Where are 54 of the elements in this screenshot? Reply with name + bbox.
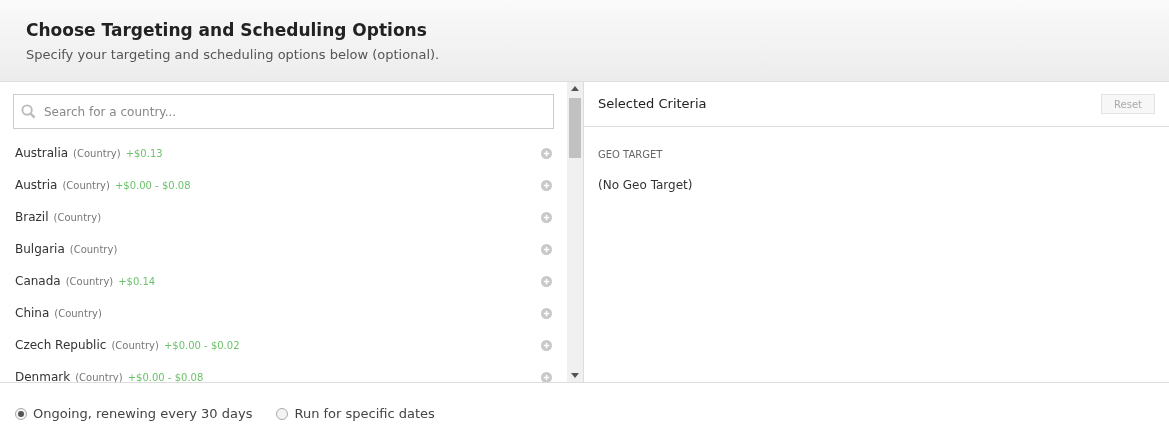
country-list-item[interactable]: Bulgaria (Country) [0,233,567,265]
add-icon[interactable] [541,339,552,351]
option-label: Ongoing, renewing every 30 days [33,404,253,423]
country-price: +$0.00 - $0.02 [163,338,240,353]
schedule-option[interactable]: Run for specific dates [276,403,435,424]
country-type: (Country) [69,242,118,257]
option-label: Run for specific dates [294,404,435,423]
scrollbar-thumb[interactable] [569,98,581,158]
country-price: +$0.14 [118,274,156,289]
country-name: Australia [15,145,69,162]
country-name: Austria [15,177,58,194]
country-type: (Country) [73,146,121,161]
country-name: China [15,305,50,322]
country-name: Denmark [15,369,71,382]
dialog-title: Choose Targeting and Scheduling Options [26,20,428,42]
add-icon[interactable] [541,179,552,191]
add-icon[interactable] [541,147,552,159]
country-list-item[interactable]: Austria (Country) +$0.00 - $0.08 [0,169,567,201]
add-icon[interactable] [541,371,552,382]
country-list-item[interactable]: Denmark (Country) +$0.00 - $0.08 [0,361,567,382]
add-icon[interactable] [541,307,552,319]
panel-title: Selected Criteria [598,95,707,114]
scroll-down-icon[interactable] [571,373,579,378]
country-name: Bulgaria [15,241,65,258]
add-icon[interactable] [541,275,552,287]
country-list-item[interactable]: Canada (Country) +$0.14 [0,265,567,297]
dialog-subtitle: Specify your targeting and scheduling options below (optional). [26,46,441,65]
country-type: (Country) [65,274,114,289]
country-name: Canada [15,273,61,290]
geo-target-value: (No Geo Target) [598,177,694,194]
country-type: (Country) [54,306,102,321]
scrollbar[interactable] [567,82,583,382]
country-list-item[interactable]: Brazil (Country) [0,201,567,233]
country-name: Brazil [15,209,49,226]
search-icon [21,104,36,119]
country-price: +$0.00 - $0.08 [127,370,204,382]
add-icon[interactable] [541,243,552,255]
radio-button[interactable] [276,407,289,420]
search-field[interactable]: Search for a country... [13,94,554,129]
schedule-option[interactable]: Ongoing, renewing every 30 days [15,403,253,424]
country-price: +$0.00 - $0.08 [114,178,191,193]
radio-button[interactable] [15,407,27,420]
section-label: GEO TARGET [598,148,664,162]
add-icon[interactable] [541,211,552,223]
country-type: (Country) [62,178,110,193]
country-name: Czech Republic [15,337,107,354]
country-list-item[interactable]: Australia (Country) +$0.13 [0,137,567,169]
country-list-item[interactable]: China (Country) [0,297,567,329]
scroll-up-icon[interactable] [571,86,579,91]
country-type: (Country) [75,370,123,382]
country-type: (Country) [53,210,102,225]
country-type: (Country) [111,338,159,353]
country-price: +$0.13 [125,146,163,161]
country-list-item[interactable]: Czech Republic (Country) +$0.00 - $0.02 [0,329,567,361]
